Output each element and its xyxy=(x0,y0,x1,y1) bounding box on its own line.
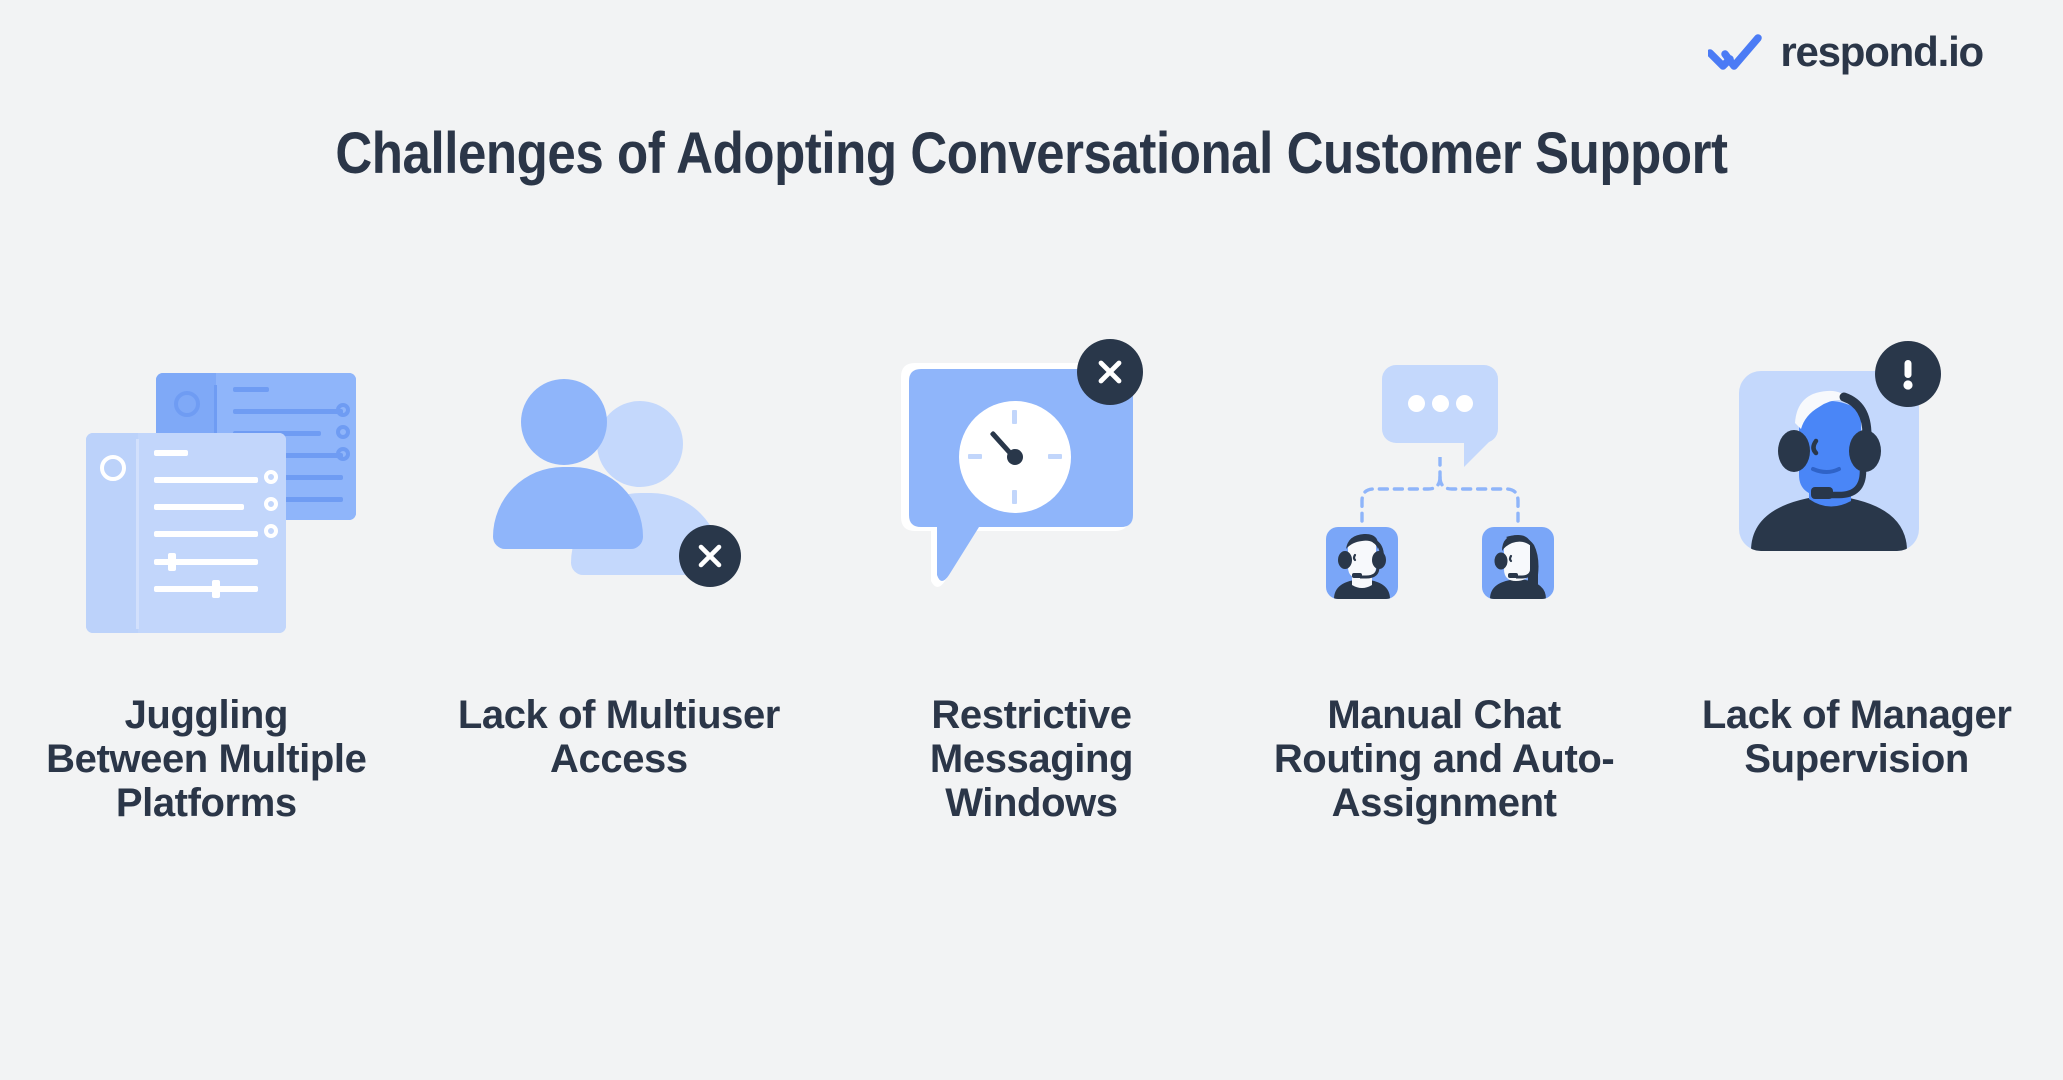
challenge-card-lack-of-manager-supervision: Lack of Manager Supervision xyxy=(1650,341,2063,975)
brand-name: respond.io xyxy=(1780,28,1984,75)
supervisor-headset-illustration xyxy=(1687,341,2027,655)
agent-male-headset-icon xyxy=(1334,533,1391,599)
chat-bubble-clock-illustration xyxy=(861,339,1201,655)
typing-dot xyxy=(1432,395,1450,412)
typing-dot xyxy=(1408,395,1426,412)
challenge-label: Lack of Multiuser Access xyxy=(457,693,781,781)
clock-face xyxy=(959,401,1072,513)
double-check-icon xyxy=(1708,34,1763,70)
window-body-front xyxy=(138,433,287,633)
challenge-card-restrictive-messaging-windows: Restrictive Messaging Windows xyxy=(825,339,1238,975)
brand-logo[interactable]: respond.io xyxy=(1708,28,1984,75)
exclamation-icon xyxy=(1903,360,1913,390)
challenge-label: Juggling Between Multiple Platforms xyxy=(46,693,367,825)
challenge-label: Restrictive Messaging Windows xyxy=(929,693,1134,825)
app-window-front xyxy=(86,433,287,633)
two-app-windows-illustration xyxy=(36,355,376,655)
challenge-card-manual-chat-routing: Manual Chat Routing and Auto-Assignment xyxy=(1238,355,1651,975)
two-users-illustration xyxy=(449,355,789,655)
typing-dot xyxy=(1456,395,1474,412)
user-head-primary xyxy=(520,379,607,465)
challenge-card-juggling-multiple-platforms: Juggling Between Multiple Platforms xyxy=(0,355,413,975)
close-icon xyxy=(698,544,722,568)
challenge-row: Juggling Between Multiple Platforms Lack… xyxy=(0,339,2063,975)
alert-badge xyxy=(1874,341,1941,407)
agent-avatar-tile xyxy=(1482,527,1555,599)
close-badge xyxy=(678,525,741,587)
agent-female-headset-icon xyxy=(1490,535,1547,599)
page-title: Challenges of Adopting Conversational Cu… xyxy=(335,121,1728,186)
close-icon xyxy=(1099,360,1122,384)
challenge-card-lack-of-multiuser-access: Lack of Multiuser Access xyxy=(413,355,826,975)
challenge-label: Lack of Manager Supervision xyxy=(1701,693,2012,781)
routing-connector-lines xyxy=(1360,457,1520,523)
user-head-secondary xyxy=(596,401,683,487)
routing-agents-illustration xyxy=(1274,355,1614,655)
infographic-canvas: respond.io Challenges of Adopting Conver… xyxy=(0,0,2063,1080)
agent-avatar-tile xyxy=(1326,527,1399,599)
clock-center-pin xyxy=(1007,449,1024,465)
challenge-label: Manual Chat Routing and Auto-Assignment xyxy=(1273,693,1615,825)
